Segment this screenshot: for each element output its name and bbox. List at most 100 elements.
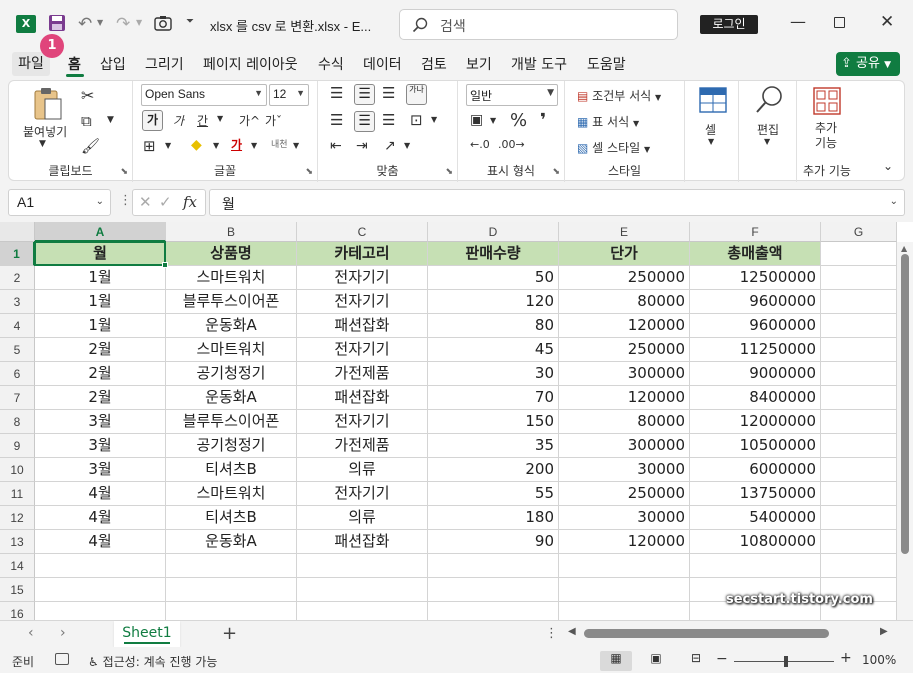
- empty-cell[interactable]: [821, 530, 897, 554]
- scroll-up-icon[interactable]: ▲: [901, 244, 907, 253]
- close-icon[interactable]: ✕: [880, 12, 894, 32]
- row-header[interactable]: 14: [0, 554, 35, 578]
- empty-cell[interactable]: [428, 602, 559, 620]
- zoom-out-icon[interactable]: −: [716, 651, 728, 667]
- empty-cell[interactable]: [690, 554, 821, 578]
- cancel-icon[interactable]: ✕: [139, 193, 152, 211]
- font-launcher-icon[interactable]: ⬊: [305, 167, 313, 177]
- tab-developer[interactable]: 개발 도구: [511, 54, 567, 74]
- table-cell[interactable]: 8400000: [690, 386, 821, 410]
- table-cell[interactable]: 3월: [35, 410, 166, 434]
- paste-icon[interactable]: [33, 87, 63, 121]
- table-header-cell[interactable]: 총매출액: [690, 242, 821, 266]
- table-cell[interactable]: 30000: [559, 506, 690, 530]
- empty-cell[interactable]: [821, 458, 897, 482]
- horizontal-scroll-thumb[interactable]: [584, 629, 829, 638]
- cells-dropdown-icon[interactable]: ▼: [708, 137, 714, 146]
- table-cell[interactable]: 2월: [35, 362, 166, 386]
- table-cell[interactable]: 공기청정기: [166, 362, 297, 386]
- row-header[interactable]: 8: [0, 410, 35, 434]
- format-as-table-button[interactable]: ▦ 표 서식 ▼: [577, 113, 639, 130]
- addins-icon[interactable]: [813, 87, 841, 115]
- table-cell[interactable]: 2월: [35, 386, 166, 410]
- row-header[interactable]: 10: [0, 458, 35, 482]
- row-header[interactable]: 5: [0, 338, 35, 362]
- accounting-format-icon[interactable]: ▣: [470, 112, 483, 128]
- undo-icon[interactable]: ↶: [78, 14, 94, 34]
- number-format-select[interactable]: 일반 ▼: [466, 84, 558, 106]
- table-cell[interactable]: 120000: [559, 530, 690, 554]
- redo-icon[interactable]: ↷: [116, 14, 130, 34]
- table-cell[interactable]: 1월: [35, 290, 166, 314]
- table-cell[interactable]: 250000: [559, 482, 690, 506]
- table-cell[interactable]: 12500000: [690, 266, 821, 290]
- copy-dropdown-icon[interactable]: ▼: [107, 115, 114, 125]
- table-cell[interactable]: 30000: [559, 458, 690, 482]
- table-cell[interactable]: 공기청정기: [166, 434, 297, 458]
- copy-icon[interactable]: ⧉: [81, 112, 92, 130]
- table-cell[interactable]: 전자기기: [297, 482, 428, 506]
- next-sheet-icon[interactable]: ›: [60, 625, 66, 641]
- empty-cell[interactable]: [297, 602, 428, 620]
- column-header-b[interactable]: B: [166, 222, 297, 242]
- table-header-cell[interactable]: 카테고리: [297, 242, 428, 266]
- tab-review[interactable]: 검토: [421, 54, 447, 74]
- empty-cell[interactable]: [821, 554, 897, 578]
- previous-sheet-icon[interactable]: ‹: [28, 625, 34, 641]
- table-cell[interactable]: 의류: [297, 506, 428, 530]
- table-cell[interactable]: 전자기기: [297, 338, 428, 362]
- accounting-dropdown-icon[interactable]: ▼: [490, 116, 496, 125]
- empty-cell[interactable]: [35, 554, 166, 578]
- empty-cell[interactable]: [821, 410, 897, 434]
- table-cell[interactable]: 9600000: [690, 314, 821, 338]
- empty-cell[interactable]: [821, 482, 897, 506]
- table-cell[interactable]: 스마트워치: [166, 266, 297, 290]
- zoom-level[interactable]: 100%: [862, 653, 896, 667]
- table-cell[interactable]: 패션잡화: [297, 530, 428, 554]
- cut-icon[interactable]: ✂: [81, 86, 94, 105]
- table-cell[interactable]: 150: [428, 410, 559, 434]
- tab-insert[interactable]: 삽입: [100, 54, 126, 74]
- row-header[interactable]: 13: [0, 530, 35, 554]
- increase-decimal-icon[interactable]: ←.0: [470, 138, 490, 151]
- table-cell[interactable]: 45: [428, 338, 559, 362]
- editing-button[interactable]: 편집: [757, 121, 779, 138]
- table-cell[interactable]: 운동화A: [166, 386, 297, 410]
- tab-home[interactable]: 홈: [68, 54, 81, 74]
- name-box[interactable]: A1 ⌄: [8, 189, 111, 216]
- row-header[interactable]: 1: [0, 242, 35, 266]
- underline-dropdown-icon[interactable]: ▼: [217, 114, 223, 123]
- empty-cell[interactable]: [35, 578, 166, 602]
- table-cell[interactable]: 전자기기: [297, 266, 428, 290]
- table-cell[interactable]: 1월: [35, 266, 166, 290]
- table-cell[interactable]: 120: [428, 290, 559, 314]
- add-sheet-icon[interactable]: +: [222, 623, 237, 644]
- wrap-text-icon[interactable]: 가나: [406, 84, 427, 105]
- table-header-cell[interactable]: 상품명: [166, 242, 297, 266]
- accessibility-status[interactable]: ♿ 접근성: 계속 진행 가능: [88, 653, 217, 670]
- normal-view-icon[interactable]: ▦: [600, 651, 632, 671]
- table-cell[interactable]: 패션잡화: [297, 386, 428, 410]
- empty-cell[interactable]: [297, 578, 428, 602]
- fill-color-icon[interactable]: ◆: [191, 137, 202, 153]
- table-cell[interactable]: 티셔츠B: [166, 458, 297, 482]
- empty-cell[interactable]: [821, 362, 897, 386]
- share-button[interactable]: ⇪ 공유 ▼: [836, 52, 900, 76]
- align-center-icon[interactable]: ☰: [354, 111, 375, 132]
- table-cell[interactable]: 250000: [559, 338, 690, 362]
- redo-dropdown-icon[interactable]: ▼: [136, 18, 142, 27]
- empty-cell[interactable]: [297, 554, 428, 578]
- table-cell[interactable]: 블루투스이어폰: [166, 410, 297, 434]
- row-header[interactable]: 15: [0, 578, 35, 602]
- customize-quick-access-icon[interactable]: ⏷: [186, 16, 194, 27]
- table-cell[interactable]: 50: [428, 266, 559, 290]
- table-cell[interactable]: 30: [428, 362, 559, 386]
- table-cell[interactable]: 운동화A: [166, 530, 297, 554]
- table-header-cell[interactable]: 단가: [559, 242, 690, 266]
- page-layout-view-icon[interactable]: ▣: [640, 651, 672, 671]
- vertical-scrollbar[interactable]: ▲: [897, 242, 913, 620]
- merge-dropdown-icon[interactable]: ▼: [431, 115, 437, 124]
- align-top-icon[interactable]: ☰: [330, 84, 343, 102]
- column-header-e[interactable]: E: [559, 222, 690, 242]
- column-header-g[interactable]: G: [821, 222, 897, 242]
